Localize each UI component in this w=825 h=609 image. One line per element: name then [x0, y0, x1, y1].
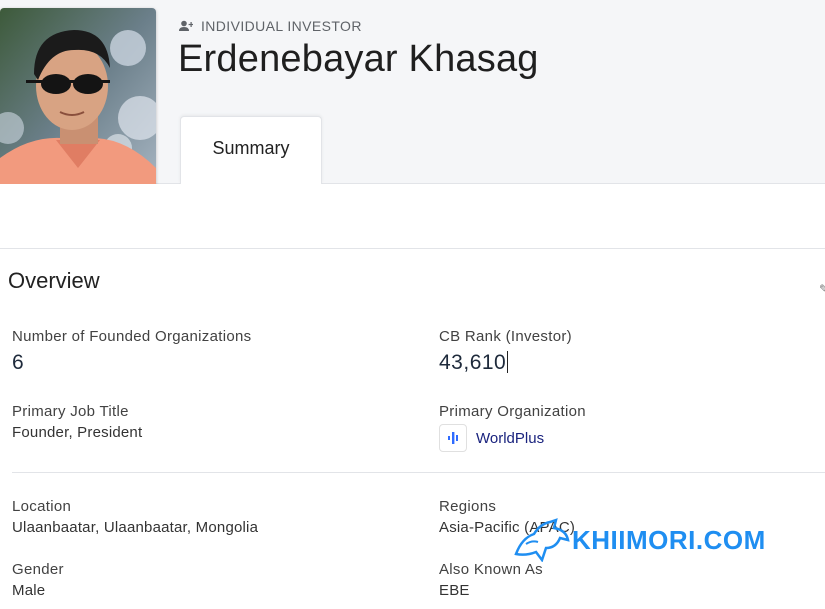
- location-value[interactable]: Ulaanbaatar, Ulaanbaatar, Mongolia: [12, 519, 258, 536]
- field-cb-rank: CB Rank (Investor) 43,610: [439, 328, 572, 375]
- field-label: Number of Founded Organizations: [12, 328, 252, 345]
- worldplus-logo-icon: [439, 424, 467, 452]
- field-label: Regions: [439, 498, 497, 515]
- profile-type: INDIVIDUAL INVESTOR: [179, 18, 362, 34]
- divider: [12, 472, 825, 473]
- field-also-known-as: Also Known As EBE: [439, 561, 543, 599]
- spacer: [0, 184, 825, 248]
- primary-org-name[interactable]: WorldPlus: [476, 430, 544, 447]
- field-label: Also Known As: [439, 561, 543, 578]
- field-regions: Regions Asia-Pacific (APAC): [439, 498, 575, 536]
- job-title-value: Founder, President: [12, 424, 143, 441]
- field-primary-org: Primary Organization WorldPlus: [439, 403, 586, 452]
- person-add-icon: [179, 20, 193, 31]
- field-founded-orgs: Number of Founded Organizations 6: [12, 328, 251, 375]
- cb-rank-value-wrap: 43,610: [439, 351, 572, 375]
- text-cursor: [507, 351, 509, 373]
- tab-summary[interactable]: Summary: [180, 116, 322, 184]
- field-job-title: Primary Job Title Founder, President: [12, 403, 142, 441]
- primary-org-link[interactable]: WorldPlus: [439, 424, 586, 452]
- tab-label: Summary: [212, 138, 290, 158]
- founded-orgs-value[interactable]: 6: [12, 351, 251, 375]
- profile-type-label: INDIVIDUAL INVESTOR: [201, 18, 362, 34]
- field-label: Location: [12, 498, 72, 515]
- overview-title: Overview: [8, 268, 100, 293]
- avatar: [0, 8, 156, 194]
- cb-rank-value[interactable]: 43,610: [439, 351, 506, 374]
- gender-value: Male: [12, 582, 46, 599]
- field-label: Primary Organization: [439, 403, 586, 420]
- edit-icon[interactable]: ✎: [819, 282, 825, 292]
- aka-value: EBE: [439, 582, 470, 599]
- regions-value[interactable]: Asia-Pacific (APAC): [439, 519, 575, 536]
- page-title: Erdenebayar Khasag: [178, 38, 539, 80]
- field-gender: Gender Male: [12, 561, 64, 599]
- field-label: Gender: [12, 561, 64, 578]
- field-label: CB Rank (Investor): [439, 328, 572, 345]
- field-label: Primary Job Title: [12, 403, 129, 420]
- profile-photo: [0, 8, 156, 194]
- field-location: Location Ulaanbaatar, Ulaanbaatar, Mongo…: [12, 498, 258, 536]
